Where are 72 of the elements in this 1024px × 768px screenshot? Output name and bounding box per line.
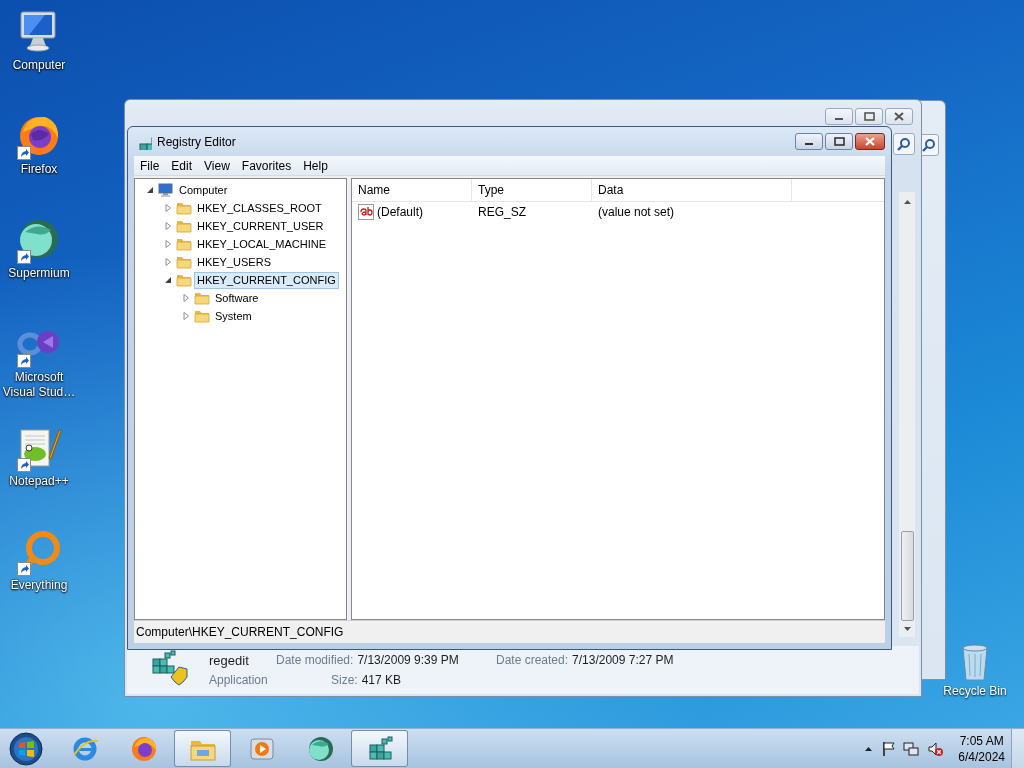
search-icon xyxy=(897,137,911,151)
file-type: Application xyxy=(209,673,269,687)
value-type: REG_SZ xyxy=(477,205,527,219)
menu-item[interactable]: Help xyxy=(297,158,334,173)
string-value-icon xyxy=(358,204,374,220)
taskbar-button[interactable] xyxy=(174,730,231,767)
clock-date[interactable]: 6/4/2024 xyxy=(958,748,1005,765)
desktop-icon-label[interactable]: Microsoft Visual Stud… xyxy=(1,370,77,400)
field-label: Date modified: xyxy=(276,653,354,667)
tree-item[interactable]: HKEY_USERS xyxy=(194,253,274,271)
folder-icon xyxy=(176,218,192,234)
start-button[interactable] xyxy=(6,729,46,768)
field-value: 7/13/2009 9:39 PM xyxy=(357,653,459,667)
close-button[interactable] xyxy=(885,108,913,125)
search-button[interactable] xyxy=(893,133,915,155)
folder-icon xyxy=(176,236,192,252)
tree-item[interactable]: HKEY_CURRENT_USER xyxy=(194,217,327,235)
column-header[interactable]: Name xyxy=(352,179,472,201)
tree-item[interactable]: Software xyxy=(212,289,262,307)
search-icon xyxy=(922,138,936,152)
network-icon xyxy=(903,740,920,757)
folder-icon xyxy=(194,290,210,306)
value-data: (value not set) xyxy=(597,205,676,219)
caret-up-icon xyxy=(864,744,874,753)
field-value: 417 KB xyxy=(361,673,402,687)
column-header[interactable]: Data xyxy=(592,179,792,201)
menu-item[interactable]: Favorites xyxy=(235,158,298,173)
tree-item[interactable]: HKEY_CURRENT_CONFIG xyxy=(194,271,339,289)
scroll-up-icon xyxy=(902,198,912,206)
scroll-down-icon xyxy=(902,625,912,633)
monitor-icon xyxy=(158,182,174,198)
tree-item[interactable]: System xyxy=(212,307,255,325)
file-name: regedit xyxy=(209,652,250,668)
desktop-icon-label[interactable]: Notepad++ xyxy=(9,474,69,489)
flame-globe-icon xyxy=(129,734,158,763)
minimize-button[interactable] xyxy=(825,108,853,125)
maximize-icon xyxy=(863,112,875,121)
tree-item[interactable]: Computer xyxy=(176,181,231,199)
column-header[interactable]: Type xyxy=(472,179,592,201)
folder-icon xyxy=(176,200,192,216)
close-button[interactable] xyxy=(855,133,885,150)
folder-icon xyxy=(176,254,192,270)
close-icon xyxy=(864,137,876,146)
field-value: 7/13/2009 7:27 PM xyxy=(572,653,674,667)
scrollbar[interactable] xyxy=(899,192,915,637)
maximize-icon xyxy=(833,137,845,146)
windows-logo-icon xyxy=(9,731,43,766)
status-bar-text: Computer\HKEY_CURRENT_CONFIG xyxy=(136,625,344,639)
menu-item[interactable]: File xyxy=(134,158,166,173)
maximize-button[interactable] xyxy=(825,133,853,150)
desktop-icon-label[interactable]: Firefox xyxy=(20,162,58,177)
scroll-thumb[interactable] xyxy=(900,531,914,621)
folder-icon xyxy=(176,272,192,288)
menu-item[interactable]: View xyxy=(198,158,236,173)
value-name[interactable]: (Default) xyxy=(377,205,423,219)
field-label: Size: xyxy=(331,673,358,687)
clock-time[interactable]: 7:05 AM xyxy=(959,732,1004,749)
sphere-icon xyxy=(306,734,335,763)
desktop-icon-label[interactable]: Computer xyxy=(12,58,66,73)
minimize-button[interactable] xyxy=(795,133,823,150)
close-icon xyxy=(893,112,905,121)
flag-icon xyxy=(881,740,896,757)
desktop-icon-label[interactable]: Supermium xyxy=(8,266,70,281)
taskbar-button[interactable] xyxy=(351,730,408,767)
muted-speaker-icon xyxy=(927,740,945,757)
folder-icon xyxy=(194,308,210,324)
tree-item[interactable]: HKEY_LOCAL_MACHINE xyxy=(194,235,329,253)
window-title: Registry Editor xyxy=(157,134,237,149)
menu-item[interactable]: Edit xyxy=(165,158,199,173)
field-label: Date created: xyxy=(496,653,569,667)
tree-item[interactable]: HKEY_CLASSES_ROOT xyxy=(194,199,325,217)
maximize-button[interactable] xyxy=(855,108,883,125)
